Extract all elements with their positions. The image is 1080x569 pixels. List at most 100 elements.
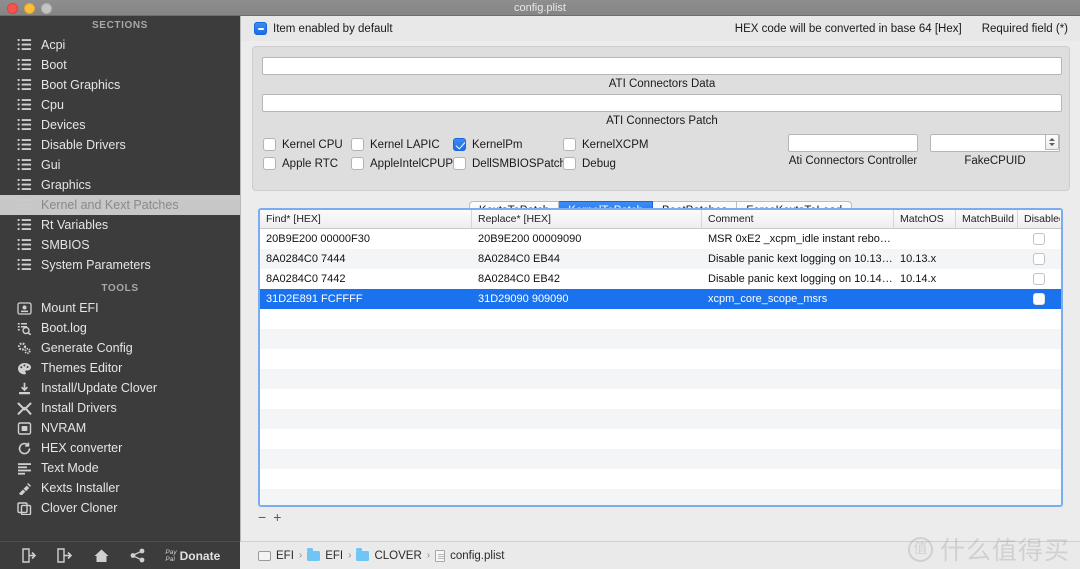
kernelxcpm-checkbox[interactable] <box>563 138 576 151</box>
sidebar-item-gui[interactable]: Gui <box>0 155 240 175</box>
sidebar-tool-clover-cloner[interactable]: Clover Cloner <box>0 498 240 518</box>
checkbox-label: KernelXCPM <box>582 139 648 151</box>
sidebar-tool-label: Mount EFI <box>41 301 99 315</box>
sidebar-tool-text-mode[interactable]: Text Mode <box>0 458 240 478</box>
table-row-empty[interactable] <box>260 469 1061 489</box>
column-header-comment[interactable]: Comment <box>702 210 894 228</box>
cell-find: 8A0284C0 7444 <box>260 249 472 269</box>
table-row[interactable]: 8A0284C0 74428A0284C0 EB42Disable panic … <box>260 269 1061 289</box>
sidebar-item-system-parameters[interactable]: System Parameters <box>0 255 240 275</box>
sidebar-item-kernel-and-kext-patches[interactable]: Kernel and Kext Patches <box>0 195 240 215</box>
table-row-empty[interactable] <box>260 369 1061 389</box>
row-disabled-checkbox[interactable] <box>1033 293 1045 305</box>
checkbox-label: Kernel CPU <box>282 139 343 151</box>
table-row-empty[interactable] <box>260 349 1061 369</box>
item-enabled-group[interactable]: Item enabled by default <box>241 22 393 35</box>
ati-connectors-data-input[interactable] <box>262 57 1062 75</box>
cell-comment: Disable panic kext logging on 10.13 rel.… <box>702 249 894 269</box>
sidebar-item-smbios[interactable]: SMBIOS <box>0 235 240 255</box>
refresh-icon <box>17 442 32 455</box>
row-disabled-checkbox[interactable] <box>1033 273 1045 285</box>
add-row-button[interactable]: + <box>273 511 281 523</box>
remove-row-button[interactable]: − <box>258 511 266 523</box>
checkbox-cell-apple-rtc[interactable]: Apple RTC <box>263 157 351 170</box>
table-row-empty[interactable] <box>260 309 1061 329</box>
sidebar-item-acpi[interactable]: Acpi <box>0 35 240 55</box>
cell-disabled[interactable] <box>1018 273 1060 285</box>
table-row-empty[interactable] <box>260 449 1061 469</box>
table-row[interactable]: 31D2E891 FCFFFF31D29090 909090xcpm_core_… <box>260 289 1061 309</box>
item-enabled-checkbox[interactable] <box>254 22 267 35</box>
kernel-cpu-checkbox[interactable] <box>263 138 276 151</box>
checkbox-cell-kernel-lapic[interactable]: Kernel LAPIC <box>351 138 453 151</box>
breadcrumb-item-efi[interactable]: EFI <box>307 550 343 562</box>
column-header-replace-hex[interactable]: Replace* [HEX] <box>472 210 702 228</box>
sidebar-tool-generate-config[interactable]: Generate Config <box>0 338 240 358</box>
checkbox-cell-debug[interactable]: Debug <box>563 157 673 170</box>
cell-matchos: 10.14.x <box>894 269 956 289</box>
tools-icon <box>17 402 32 415</box>
checkbox-label: AppleIntelCPUPM <box>370 158 463 170</box>
breadcrumb-item-efi[interactable]: EFI <box>258 550 294 562</box>
cell-find: 31D2E891 FCFFFF <box>260 289 472 309</box>
table-row-empty[interactable] <box>260 329 1061 349</box>
column-header-matchos[interactable]: MatchOS <box>894 210 956 228</box>
table-row-empty[interactable] <box>260 409 1061 429</box>
sidebar-tool-nvram[interactable]: NVRAM <box>0 418 240 438</box>
table-row-empty[interactable] <box>260 489 1061 507</box>
share-icon[interactable] <box>129 548 146 563</box>
cell-disabled[interactable] <box>1018 233 1060 245</box>
required-field-note: Required field (*) <box>982 23 1068 35</box>
fakecpuid-input[interactable] <box>930 134 1060 152</box>
table-row-empty[interactable] <box>260 429 1061 449</box>
sidebar-item-boot-graphics[interactable]: Boot Graphics <box>0 75 240 95</box>
table-row[interactable]: 8A0284C0 74448A0284C0 EB44Disable panic … <box>260 249 1061 269</box>
kernelpm-checkbox[interactable] <box>453 138 466 151</box>
debug-checkbox[interactable] <box>563 157 576 170</box>
import-icon[interactable] <box>20 548 37 563</box>
row-disabled-checkbox[interactable] <box>1033 253 1045 265</box>
sidebar-item-disable-drivers[interactable]: Disable Drivers <box>0 135 240 155</box>
sidebar-item-label: Rt Variables <box>41 218 108 232</box>
dellsmbiospatch-checkbox[interactable] <box>453 157 466 170</box>
sidebar-item-graphics[interactable]: Graphics <box>0 175 240 195</box>
fakecpuid-label: FakeCPUID <box>930 155 1060 167</box>
cell-disabled[interactable] <box>1018 293 1060 305</box>
column-header-matchbuild[interactable]: MatchBuild <box>956 210 1018 228</box>
breadcrumb-item-config-plist[interactable]: config.plist <box>435 550 504 562</box>
sidebar-item-devices[interactable]: Devices <box>0 115 240 135</box>
sidebar-tool-install-drivers[interactable]: Install Drivers <box>0 398 240 418</box>
sidebar-tool-install-update-clover[interactable]: Install/Update Clover <box>0 378 240 398</box>
checkbox-cell-kernelxcpm[interactable]: KernelXCPM <box>563 138 673 151</box>
sidebar-tool-themes-editor[interactable]: Themes Editor <box>0 358 240 378</box>
apple-rtc-checkbox[interactable] <box>263 157 276 170</box>
breadcrumb-item-clover[interactable]: CLOVER <box>356 550 421 562</box>
cell-disabled[interactable] <box>1018 253 1060 265</box>
checkbox-cell-kernel-cpu[interactable]: Kernel CPU <box>263 138 351 151</box>
sidebar-tool-hex-converter[interactable]: HEX converter <box>0 438 240 458</box>
checkbox-cell-kernelpm[interactable]: KernelPm <box>453 138 563 151</box>
column-header-disabled[interactable]: Disabled <box>1018 210 1060 228</box>
ati-connectors-patch-input[interactable] <box>262 94 1062 112</box>
table-row[interactable]: 20B9E200 00000F3020B9E200 00009090MSR 0x… <box>260 229 1061 249</box>
row-disabled-checkbox[interactable] <box>1033 233 1045 245</box>
sidebar-tool-boot-log[interactable]: Boot.log <box>0 318 240 338</box>
donate-button[interactable]: Pay Pal Donate <box>165 549 220 563</box>
checkbox-cell-appleintelcpupm[interactable]: AppleIntelCPUPM <box>351 157 453 170</box>
kernel-lapic-checkbox[interactable] <box>351 138 364 151</box>
checkbox-cell-dellsmbiospatch[interactable]: DellSMBIOSPatch <box>453 157 563 170</box>
sidebar-item-boot[interactable]: Boot <box>0 55 240 75</box>
sidebar-item-cpu[interactable]: Cpu <box>0 95 240 115</box>
table-row-empty[interactable] <box>260 389 1061 409</box>
sidebar-item-rt-variables[interactable]: Rt Variables <box>0 215 240 235</box>
checkbox-label: Apple RTC <box>282 158 338 170</box>
sidebar-tool-kexts-installer[interactable]: Kexts Installer <box>0 478 240 498</box>
export-icon[interactable] <box>56 548 73 563</box>
fakecpuid-stepper[interactable] <box>1045 134 1059 150</box>
column-header-find-hex[interactable]: Find* [HEX] <box>260 210 472 228</box>
sidebar-tool-mount-efi[interactable]: Mount EFI <box>0 298 240 318</box>
sidebar-tools-list: Mount EFI Boot.logGenerate ConfigThemes E… <box>0 298 240 518</box>
home-icon[interactable] <box>93 548 110 563</box>
ati-connectors-controller-input[interactable] <box>788 134 918 152</box>
appleintelcpupm-checkbox[interactable] <box>351 157 364 170</box>
